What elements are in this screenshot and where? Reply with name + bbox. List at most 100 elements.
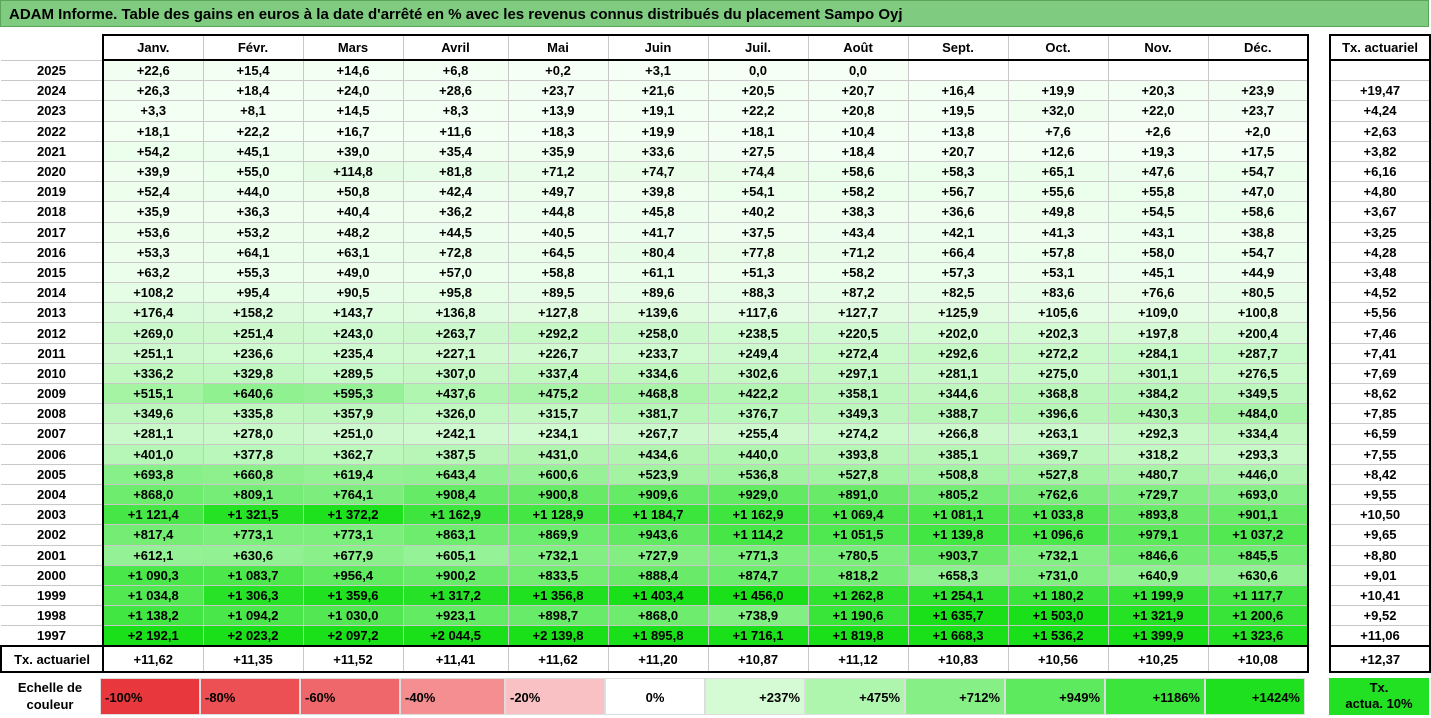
- gain-cell: +349,3: [807, 403, 909, 425]
- gain-cell: +263,1: [1007, 423, 1109, 445]
- footer-label: Tx. actuariel: [0, 645, 104, 674]
- gain-cell: +35,9: [507, 140, 609, 162]
- annual-rate-cell: +9,65: [1329, 524, 1431, 546]
- gain-cell: +1 083,7: [202, 564, 304, 586]
- gain-cell: +27,5: [707, 140, 809, 162]
- gain-cell: +251,4: [202, 322, 304, 344]
- gain-cell: +89,6: [607, 282, 709, 304]
- gain-cell: +202,0: [907, 322, 1009, 344]
- gain-cell: +900,8: [507, 483, 609, 506]
- table-row: 2021 +54,2 +45,1 +39,0 +35,4 +35,9 +33,6 +27,5 +…: [1, 140, 1309, 162]
- gain-cell: +833,5: [507, 564, 609, 586]
- legend-swatch: +949%: [1005, 678, 1105, 715]
- year-cell: 1999: [1, 584, 104, 607]
- side-row: +19,47: [1329, 80, 1431, 102]
- gains-table: Janv. Févr. Mars Avril Mai Juin Juil. Août Sept.…: [0, 34, 1309, 674]
- year-cell: 2023: [1, 100, 104, 122]
- gain-cell: +1 716,1: [707, 625, 809, 647]
- gain-cell: +45,1: [202, 140, 304, 162]
- year-cell: 2009: [1, 382, 104, 405]
- gain-cell: +901,1: [1207, 504, 1309, 526]
- gain-cell: +23,7: [1207, 100, 1309, 122]
- month-header: Juin: [607, 34, 709, 61]
- gain-cell: +55,0: [202, 160, 304, 183]
- gain-cell: +251,0: [302, 423, 404, 445]
- gain-cell: +805,2: [907, 483, 1009, 506]
- gain-cell: +281,1: [102, 423, 204, 445]
- gain-cell: +19,9: [1007, 80, 1109, 102]
- gain-cell: +923,1: [402, 605, 509, 627]
- gain-cell: +95,4: [202, 282, 304, 304]
- gain-cell: +57,8: [1007, 241, 1109, 263]
- gain-cell: +43,1: [1107, 221, 1209, 243]
- gain-cell: +8,1: [202, 100, 304, 122]
- gain-cell: +326,0: [402, 403, 509, 425]
- gain-cell: +20,7: [907, 140, 1009, 162]
- gain-cell: +18,4: [807, 140, 909, 162]
- gain-cell: +384,2: [1107, 382, 1209, 405]
- gain-cell: +369,7: [1007, 443, 1109, 465]
- gain-cell: +108,2: [102, 282, 204, 304]
- annual-rate-cell: +11,06: [1329, 625, 1431, 647]
- gain-cell: +127,7: [807, 302, 909, 324]
- table-row: 2025 +22,6 +15,4 +14,6 +6,8 +0,2 +3,1 0,0 0,0: [1, 59, 1309, 82]
- gain-cell: 0,0: [707, 59, 809, 82]
- gain-cell: +269,0: [102, 322, 204, 344]
- header-corner: [1, 35, 103, 60]
- gain-cell: +32,0: [1007, 100, 1109, 122]
- footer-rate-cell: +11,35: [202, 645, 304, 674]
- gain-cell: +732,1: [1007, 544, 1109, 566]
- gain-cell: +845,5: [1207, 544, 1309, 566]
- table-row: 2002 +817,4 +773,1 +773,1 +863,1 +869,9 +943,6…: [1, 524, 1309, 546]
- gain-cell: +660,8: [202, 463, 304, 485]
- gain-cell: +49,7: [507, 181, 609, 203]
- gain-cell: +863,1: [402, 524, 509, 546]
- gain-cell: +640,9: [1107, 564, 1209, 586]
- gain-cell: +1 162,9: [707, 504, 809, 526]
- gain-cell: +53,1: [1007, 261, 1109, 284]
- gain-cell: +630,6: [1207, 564, 1309, 586]
- gain-cell: +1 128,9: [507, 504, 609, 526]
- footer-rate-cell: +10,25: [1107, 645, 1209, 674]
- gain-cell: +640,6: [202, 382, 304, 405]
- gain-cell: +54,7: [1207, 241, 1309, 263]
- gain-cell: +888,4: [607, 564, 709, 586]
- table-row: 2005 +693,8 +660,8 +619,4 +643,4 +600,6 +523,9…: [1, 463, 1309, 485]
- gain-cell: +71,2: [507, 160, 609, 183]
- gain-cell: +22,2: [707, 100, 809, 122]
- gain-cell: +292,6: [907, 342, 1009, 364]
- annual-rate-cell: +7,46: [1329, 322, 1431, 344]
- gain-cell: +658,3: [907, 564, 1009, 586]
- side-row: +10,50: [1329, 504, 1431, 526]
- side-row: +5,56: [1329, 302, 1431, 324]
- gain-cell: +24,0: [302, 80, 404, 102]
- gain-cell: +55,8: [1107, 181, 1209, 203]
- gain-cell: +527,8: [1007, 463, 1109, 485]
- gain-cell: +56,7: [907, 181, 1009, 203]
- annual-rate-cell: +7,69: [1329, 362, 1431, 385]
- gain-cell: +20,3: [1107, 80, 1209, 102]
- gain-cell: +109,0: [1107, 302, 1209, 324]
- gain-cell: +1 456,0: [707, 584, 809, 607]
- gain-cell: +263,7: [402, 322, 509, 344]
- gain-cell: +267,7: [607, 423, 709, 445]
- gain-cell: +278,0: [202, 423, 304, 445]
- legend-swatch: +1424%: [1205, 678, 1305, 715]
- side-row: +4,52: [1329, 282, 1431, 304]
- gain-cell: +272,2: [1007, 342, 1109, 364]
- gain-cell: +2 139,8: [507, 625, 609, 647]
- gain-cell: +377,8: [202, 443, 304, 465]
- gain-cell: +480,7: [1107, 463, 1209, 485]
- side-row: +11,06: [1329, 625, 1431, 647]
- gain-cell: +1 090,3: [102, 564, 204, 586]
- gain-cell: +90,5: [302, 282, 404, 304]
- gain-cell: +57,3: [907, 261, 1009, 284]
- gain-cell: +693,0: [1207, 483, 1309, 506]
- year-cell: 2000: [1, 564, 104, 586]
- gain-cell: +2,6: [1107, 120, 1209, 142]
- gain-cell: +275,0: [1007, 362, 1109, 385]
- gain-cell: +251,1: [102, 342, 204, 364]
- footer-rate-cell: +10,83: [907, 645, 1009, 674]
- year-cell: 2010: [1, 362, 104, 385]
- gain-cell: +63,1: [302, 241, 404, 263]
